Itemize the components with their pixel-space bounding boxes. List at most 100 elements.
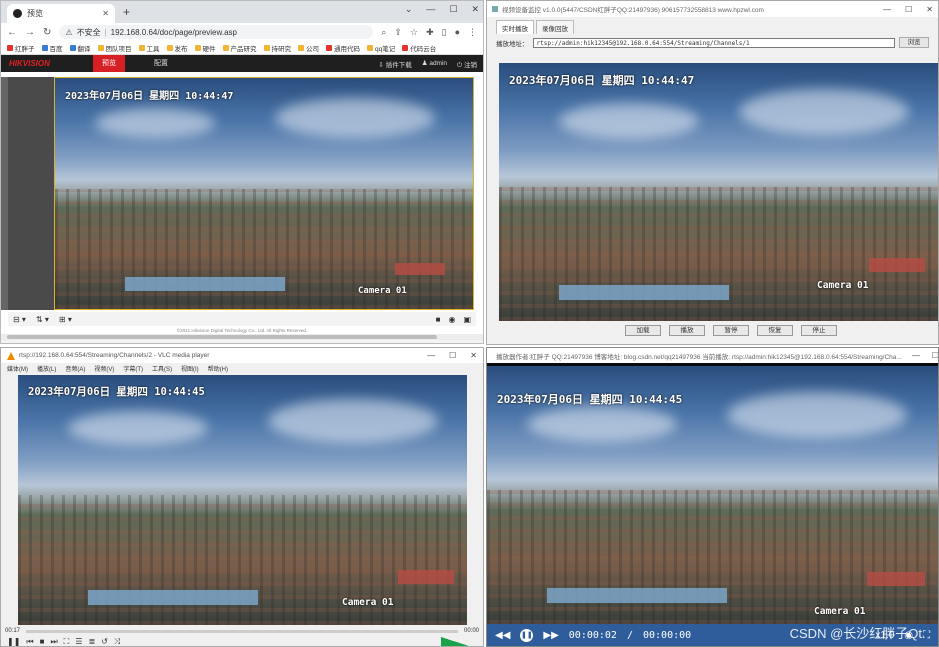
layout-icon[interactable]: ⊟ ▾: [13, 315, 26, 324]
menu-subtitle[interactable]: 字幕(T): [123, 364, 143, 373]
menu-audio[interactable]: 音频(A): [65, 364, 85, 373]
bookmark-item[interactable]: 持研究: [263, 43, 291, 53]
menu-tools[interactable]: 工具(S): [152, 364, 172, 373]
cityscape: [487, 489, 938, 624]
fast-forward-icon[interactable]: ▶▶: [543, 630, 558, 641]
tab-live[interactable]: 实时播放: [496, 20, 534, 34]
time-separator: /: [626, 629, 633, 641]
stop-icon[interactable]: ■: [436, 315, 441, 324]
profile-icon[interactable]: ●: [455, 27, 460, 38]
chevron-down-icon[interactable]: ⌄: [405, 4, 413, 15]
minimize-icon[interactable]: —: [912, 351, 920, 360]
bookmark-item[interactable]: 发布: [166, 43, 188, 53]
grid-icon[interactable]: ⊞ ▾: [59, 315, 72, 324]
back-icon[interactable]: ←: [7, 27, 17, 38]
tab-playback[interactable]: 录像回放: [536, 20, 574, 34]
new-tab-icon[interactable]: +: [123, 5, 130, 19]
shuffle-icon[interactable]: ⤨: [114, 637, 120, 647]
extensions-icon[interactable]: ✚: [426, 27, 434, 38]
playlist-icon[interactable]: ≣: [88, 637, 95, 646]
zoom-icon[interactable]: ⌕: [381, 27, 386, 38]
record-icon[interactable]: ▣: [463, 315, 471, 324]
menu-icon[interactable]: ⋮: [468, 27, 477, 38]
cloud: [268, 399, 438, 443]
app-tabs: 实时播放 录像回放: [487, 20, 938, 34]
url-input[interactable]: ⚠ 不安全 | 192.168.0.64/doc/page/preview.as…: [59, 25, 374, 39]
cityscape: [55, 188, 473, 309]
pause-button[interactable]: 暂停: [713, 325, 749, 336]
tab-preview-nav[interactable]: 预览: [93, 55, 125, 72]
star-icon[interactable]: ☆: [410, 27, 418, 38]
fullscreen-icon[interactable]: ⛶: [923, 630, 930, 641]
bookmark-item[interactable]: 通用代码: [326, 43, 360, 53]
stop-icon[interactable]: ■: [40, 637, 45, 646]
tab-preview[interactable]: 预览 ✕: [7, 4, 115, 23]
menu-media[interactable]: 媒体(M): [7, 364, 28, 373]
volume-slider[interactable]: [441, 637, 469, 646]
camera-feed[interactable]: 2023年07月06日 星期四 10:44:45 Camera 01: [18, 375, 467, 625]
tab-config-nav[interactable]: 配置: [145, 55, 177, 72]
stop-button[interactable]: 停止: [801, 325, 837, 336]
maximize-icon[interactable]: ☐: [905, 5, 912, 14]
fullscreen-icon[interactable]: ⛶: [64, 637, 70, 647]
camera-feed[interactable]: 2023年07月06日 星期四 10:44:47 Camera 01: [54, 77, 474, 310]
camera-feed[interactable]: 2023年07月06日 星期四 10:44:45 Camera 01: [487, 366, 938, 624]
bookmark-item[interactable]: 红胖子: [7, 43, 35, 53]
address-input[interactable]: rtsp://admin:hik12345@192.168.0.64:554/S…: [532, 37, 895, 48]
rewind-icon[interactable]: ◀◀: [495, 630, 510, 641]
csdn-watermark: CSDN @长沙红胖子Qt: [789, 626, 922, 641]
bookmark-item[interactable]: 硬件: [194, 43, 216, 53]
sidebar-icon[interactable]: ▯: [442, 27, 447, 38]
bookmark-item[interactable]: qq笔记: [367, 43, 395, 53]
bookmark-item[interactable]: 产品研究: [222, 43, 257, 53]
roof: [395, 263, 445, 275]
total-time: 00:00: [463, 628, 479, 634]
loop-icon[interactable]: ↺: [101, 637, 108, 646]
minimize-icon[interactable]: —: [883, 5, 891, 14]
close-icon[interactable]: ✕: [471, 4, 479, 15]
menu-video[interactable]: 视频(V): [94, 364, 114, 373]
horizontal-scrollbar[interactable]: [1, 334, 483, 340]
browse-button[interactable]: 浏览: [899, 37, 929, 48]
warning-icon: ⚠: [65, 27, 73, 37]
capture-icon[interactable]: ◉: [448, 315, 455, 324]
bookmark-item[interactable]: 公司: [298, 43, 319, 53]
camera-feed[interactable]: 2023年07月06日 星期四 10:44:47 Camera 01: [499, 63, 938, 321]
user-link[interactable]: ♟ admin: [422, 59, 447, 70]
channel-panel: [8, 77, 54, 310]
maximize-icon[interactable]: ☐: [449, 351, 456, 360]
reload-icon[interactable]: ↻: [43, 27, 51, 38]
menu-help[interactable]: 帮助(H): [208, 364, 228, 373]
bookmark-item[interactable]: 百度: [41, 43, 63, 53]
extended-settings-icon[interactable]: ☰: [75, 637, 82, 646]
close-icon[interactable]: ✕: [926, 5, 933, 14]
pause-icon[interactable]: ❚❚: [520, 628, 534, 642]
bookmark-item[interactable]: 代码云台: [402, 43, 436, 53]
close-icon[interactable]: ✕: [470, 351, 477, 360]
cloud: [727, 392, 907, 438]
side-collapse-strip[interactable]: [1, 77, 8, 310]
resume-button[interactable]: 恢复: [757, 325, 793, 336]
seek-bar[interactable]: [26, 629, 458, 633]
close-tab-icon[interactable]: ✕: [102, 9, 109, 18]
minimize-icon[interactable]: —: [426, 4, 435, 15]
bookmark-item[interactable]: 工具: [138, 43, 160, 53]
next-icon[interactable]: ⏭: [50, 637, 57, 647]
maximize-icon[interactable]: ☐: [449, 4, 457, 15]
roof: [559, 284, 729, 301]
maximize-icon[interactable]: ☐: [932, 351, 938, 360]
forward-icon[interactable]: →: [25, 27, 35, 38]
menu-view[interactable]: 视图(I): [181, 364, 199, 373]
play-button[interactable]: 播放: [669, 325, 705, 336]
bookmark-item[interactable]: 团队项目: [97, 43, 132, 53]
logout-link[interactable]: ⏻ 注销: [457, 59, 477, 70]
bookmark-item[interactable]: 翻译: [69, 43, 91, 53]
stream-icon[interactable]: ⇅ ▾: [36, 315, 49, 324]
plugin-download-link[interactable]: ⇩ 插件下载: [378, 59, 411, 70]
previous-icon[interactable]: ⏮: [26, 637, 33, 647]
pause-icon[interactable]: ❚❚: [7, 637, 20, 646]
menu-playback[interactable]: 播放(L): [37, 364, 56, 373]
load-button[interactable]: 加载: [625, 325, 661, 336]
share-icon[interactable]: ⇪: [394, 27, 402, 38]
minimize-icon[interactable]: —: [427, 351, 435, 360]
